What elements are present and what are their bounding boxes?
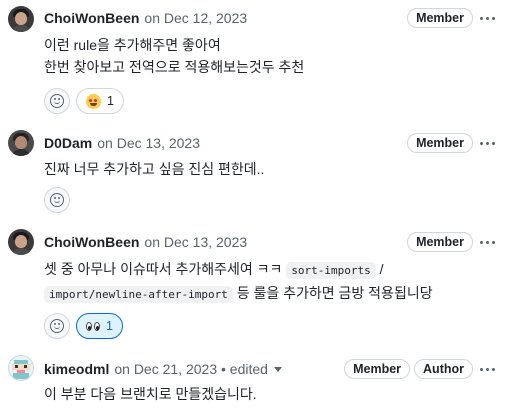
- member-badge: Member: [407, 232, 473, 252]
- member-badge: Member: [344, 359, 411, 379]
- author-badge: Author: [414, 359, 473, 379]
- eyes-icon: [86, 321, 100, 331]
- comment-body-line: 한번 찾아보고 전역으로 적용해보는것두 추천: [44, 59, 305, 75]
- comment-date[interactable]: on Dec 13, 2023: [144, 234, 247, 250]
- comment-body-line: 이 부분 다음 브랜치로 만들겠습니다.: [44, 386, 257, 402]
- more-options-icon[interactable]: [477, 133, 497, 153]
- avatar[interactable]: [8, 130, 34, 156]
- smiley-icon: [50, 193, 64, 207]
- reaction-count: 1: [107, 94, 114, 108]
- avatar[interactable]: [8, 355, 34, 381]
- more-options-icon[interactable]: [477, 8, 497, 28]
- add-reaction-button[interactable]: [44, 313, 70, 339]
- add-reaction-button[interactable]: [44, 88, 70, 114]
- reaction-eyes[interactable]: 1: [76, 313, 123, 339]
- avatar[interactable]: [8, 229, 34, 255]
- more-options-icon[interactable]: [477, 232, 497, 252]
- member-badge: Member: [407, 8, 473, 28]
- comment-date[interactable]: on Dec 12, 2023: [144, 10, 247, 26]
- smiley-icon: [50, 319, 64, 333]
- author-name[interactable]: D0Dam: [44, 135, 92, 151]
- inline-code: import/newline-after-import: [44, 286, 233, 303]
- author-name[interactable]: ChoiWonBeen: [44, 234, 139, 250]
- add-reaction-button[interactable]: [44, 187, 70, 213]
- more-options-icon[interactable]: [477, 359, 497, 379]
- comment-body-line: 이런 rule을 추가해주면 좋아여: [44, 37, 221, 53]
- comment-date[interactable]: on Dec 13, 2023: [97, 135, 200, 151]
- author-name[interactable]: ChoiWonBeen: [44, 10, 139, 26]
- reaction-heart-eyes[interactable]: 1: [76, 88, 124, 114]
- avatar[interactable]: [8, 6, 34, 32]
- inline-code: sort-imports: [286, 262, 376, 279]
- comment-date[interactable]: on Dec 21, 2023 • edited: [114, 361, 268, 377]
- author-name[interactable]: kimeodml: [44, 361, 109, 377]
- comment-body-line: 진짜 너무 추가하고 싶음 진심 편한데..: [44, 161, 265, 177]
- comment-body-line: import/newline-after-import 등 룰을 추가하면 금방…: [44, 282, 433, 306]
- member-badge: Member: [407, 133, 473, 153]
- chevron-down-icon[interactable]: [273, 366, 282, 372]
- reaction-count: 1: [106, 319, 113, 333]
- smiley-icon: [50, 94, 64, 108]
- comment-body-line: 셋 중 아무나 이슈따서 추가해주세여 ㅋㅋ sort-imports /: [44, 261, 384, 279]
- heart-eyes-icon: [86, 93, 101, 109]
